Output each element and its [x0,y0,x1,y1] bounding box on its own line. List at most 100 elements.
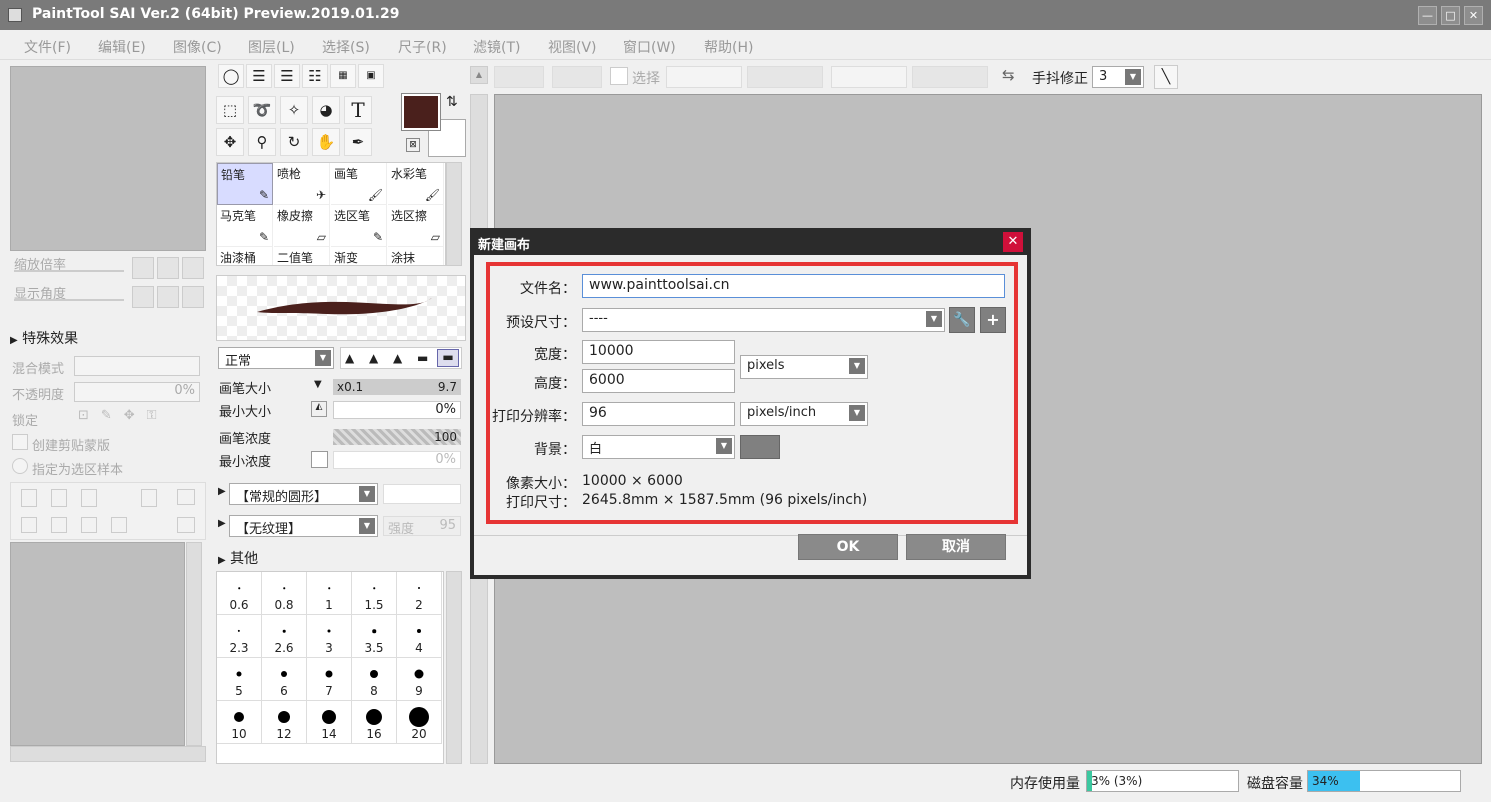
layer-list-scrollbar[interactable] [186,542,202,746]
dpi-input[interactable]: 96 [582,402,735,426]
brush-size-cell[interactable]: 1.5 [352,572,397,615]
unit-combo[interactable]: pixels ▼ [740,355,868,379]
merge-down-icon[interactable] [51,517,67,533]
transparent-color-icon[interactable]: ⊠ [406,138,420,152]
tip-shape-5-icon[interactable]: ▬ [437,349,459,367]
trash-icon[interactable] [111,517,127,533]
brush-size-cell[interactable]: 7 [307,658,352,701]
wrench-icon[interactable]: 🔧 [949,307,975,333]
zoom-out-button[interactable] [132,257,154,279]
brush-size-cell[interactable]: 1 [307,572,352,615]
dpi-unit-combo[interactable]: pixels/inch ▼ [740,402,868,426]
detail-view-icon[interactable]: ☷ [302,64,328,88]
background-color-swatch[interactable] [740,435,780,459]
height-input[interactable]: 6000 [582,369,735,393]
brush-eraser[interactable]: 橡皮擦 ▱ [274,205,330,247]
brush-size-cell[interactable]: 5 [217,658,262,701]
new-layer-icon[interactable] [21,489,37,507]
shape-expand-icon[interactable]: ▶ [218,486,226,497]
brush-airbrush[interactable]: 喷枪 ✈ [274,163,330,205]
new-folder-icon[interactable] [81,489,97,507]
brush-bucket[interactable]: 油漆桶 [217,247,273,265]
min-density-checkbox[interactable] [311,451,328,468]
menu-layer[interactable]: 图层(L) [248,37,295,57]
texture-expand-icon[interactable]: ▶ [218,518,226,529]
primary-color[interactable] [401,93,441,131]
brush-size-cell[interactable]: 0.6 [217,572,262,615]
brush-size-cell[interactable]: 16 [352,701,397,744]
menu-ruler[interactable]: 尺子(R) [398,37,447,57]
brush-size-bar[interactable]: x0.1 9.7 [333,379,461,395]
shape-strength-field[interactable] [383,484,461,504]
minimize-button[interactable]: — [1418,6,1437,25]
menu-edit[interactable]: 编辑(E) [98,37,146,57]
text-tool-icon[interactable]: T [344,96,372,124]
brush-size-cell[interactable]: 3.5 [352,615,397,658]
menu-view[interactable]: 视图(V) [548,37,597,57]
rotate-reset-button[interactable] [182,286,204,308]
brush-size-cell[interactable]: 12 [262,701,307,744]
cancel-button[interactable]: 取消 [906,534,1006,560]
brush-size-cell[interactable]: 10 [217,701,262,744]
transfer-down-icon[interactable] [21,517,37,533]
new-vector-layer-icon[interactable] [51,489,67,507]
brush-select-eraser[interactable]: 选区擦 ▱ [388,205,444,247]
texture-strength-field[interactable]: 强度 95 [383,516,461,537]
stabilizer-combo[interactable]: 3 ▼ [1092,66,1144,88]
brush-shape-combo[interactable]: 【常规的圆形】 ▼ [229,483,378,505]
layer-mask-icon[interactable] [141,489,157,507]
rotate-icon[interactable]: ↻ [280,128,308,156]
brush-size-cell[interactable]: 3 [307,615,352,658]
brush-select-pen[interactable]: 选区笔 ✎ [331,205,387,247]
layer-list[interactable] [10,542,185,746]
brush-size-cell[interactable]: 20 [397,701,442,744]
texture-combo[interactable]: 【无纹理】 ▼ [229,515,378,537]
undo-redo-buttons[interactable] [494,66,544,88]
brush-blur[interactable]: 涂抹 [388,247,444,265]
width-input[interactable]: 10000 [582,340,735,364]
angle-slider[interactable] [14,299,124,301]
brush-marker[interactable]: 马克笔 ✎ [217,205,273,247]
brush-grid-scrollbar[interactable] [446,162,462,266]
grid-view-icon[interactable]: ▦ [330,64,356,88]
list-view-icon[interactable]: ☰ [246,64,272,88]
brush-pencil[interactable]: 铅笔 ✎ [217,163,273,205]
brush-size-cell[interactable]: 2.6 [262,615,307,658]
tip-shape-1-icon[interactable]: ▲ [345,351,354,365]
lasso-icon[interactable]: ➰ [248,96,276,124]
magic-wand-icon[interactable]: ✧ [280,96,308,124]
opacity-field[interactable]: 0% [74,382,200,402]
angle-combo[interactable] [831,66,907,88]
layer-options-icon[interactable] [177,517,195,533]
circle-icon[interactable]: ◯ [218,64,244,88]
menu-window[interactable]: 窗口(W) [623,37,676,57]
swap-colors-icon[interactable]: ⇅ [446,94,458,110]
brush-size-cell[interactable]: 6 [262,658,307,701]
density-bar[interactable]: 100 [333,429,461,445]
zoom-icon[interactable]: ⚲ [248,128,276,156]
blend-combo[interactable] [74,356,200,376]
zoom-combo[interactable] [666,66,742,88]
other-section[interactable]: ▶ 其他 [218,548,258,568]
filename-input[interactable]: www.painttoolsai.cn [582,274,1005,298]
shape-icon[interactable]: ◕ [312,96,340,124]
clear-layer-icon[interactable] [81,517,97,533]
brush-size-cell[interactable]: 2 [397,572,442,615]
brush-size-cell[interactable]: 4 [397,615,442,658]
ok-button[interactable]: OK [798,534,898,560]
list-view2-icon[interactable]: ☰ [274,64,300,88]
select-checkbox[interactable] [610,67,628,85]
add-preset-icon[interactable]: + [980,307,1006,333]
rotate-right-button[interactable] [157,286,179,308]
menu-filter[interactable]: 滤镜(T) [473,37,520,57]
flip-icon[interactable]: ⇆ [1002,66,1015,84]
camera-icon[interactable] [177,489,195,505]
brush-size-cell[interactable]: 0.8 [262,572,307,615]
close-window-button[interactable]: ✕ [1464,6,1483,25]
tip-shape-4-icon[interactable]: ▬ [417,351,428,365]
preset-combo[interactable]: ---- ▼ [582,308,945,332]
zoom-slider[interactable] [14,270,124,272]
deselect-buttons[interactable] [552,66,602,88]
clip-checkbox[interactable] [12,434,28,450]
menu-help[interactable]: 帮助(H) [704,37,753,57]
